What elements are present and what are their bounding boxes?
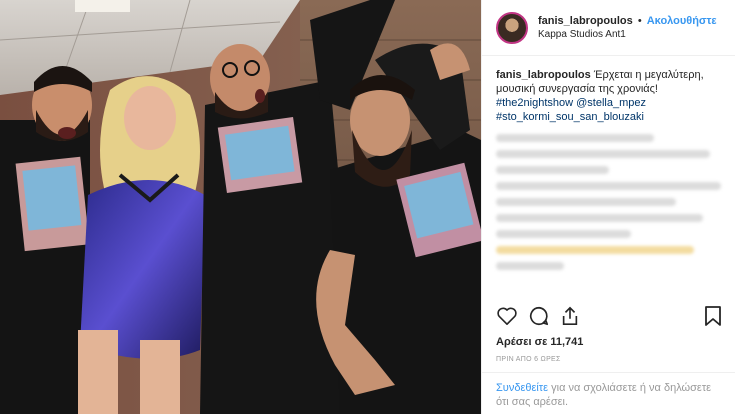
likes-count[interactable]: Αρέσει σε 11,741	[496, 336, 583, 348]
caption: fanis_labropoulos Έρχεται η μεγαλύτερη, …	[496, 68, 721, 124]
comments-section: fanis_labropoulos Έρχεται η μεγαλύτερη, …	[482, 56, 735, 286]
blurred-comment	[496, 182, 721, 190]
post-photo-illustration	[0, 0, 481, 414]
comment-icon[interactable]	[528, 305, 550, 332]
blurred-comment	[496, 134, 654, 142]
bookmark-icon[interactable]	[704, 305, 722, 332]
login-link[interactable]: Συνδεθείτε	[496, 382, 548, 394]
blurred-comment	[496, 150, 710, 158]
header-text: fanis_labropoulos • Ακολουθήστε Kappa St…	[538, 14, 717, 42]
location-link[interactable]: Kappa Studios Ant1	[538, 28, 717, 42]
hashtag-link[interactable]: #the2nightshow	[496, 97, 573, 109]
header-row: fanis_labropoulos • Ακολουθήστε	[538, 14, 717, 28]
username-link[interactable]: fanis_labropoulos	[538, 15, 633, 27]
share-icon[interactable]	[560, 305, 580, 332]
hashtag-link[interactable]: #sto_kormi_sou_san_blouzaki	[496, 110, 721, 124]
separator-dot: •	[637, 14, 642, 27]
login-prompt: Συνδεθείτε για να σχολιάσετε ή να δηλώσε…	[482, 372, 735, 417]
blurred-comment	[496, 230, 631, 238]
mention-link[interactable]: @stella_mpez	[576, 97, 646, 109]
blurred-comment	[496, 246, 694, 254]
post-timestamp: ΠΡΙΝ ΑΠΟ 6 ΩΡΕΣ	[496, 356, 561, 363]
heart-icon[interactable]	[496, 306, 518, 331]
action-bar	[482, 303, 735, 333]
blurred-comment	[496, 262, 564, 270]
caption-username[interactable]: fanis_labropoulos	[496, 69, 591, 81]
post-sidebar: fanis_labropoulos • Ακολουθήστε Kappa St…	[481, 0, 735, 414]
instagram-post: fanis_labropoulos • Ακολουθήστε Kappa St…	[0, 0, 735, 414]
blurred-comment	[496, 166, 609, 174]
follow-button[interactable]: Ακολουθήστε	[647, 15, 717, 27]
post-photo[interactable]	[0, 0, 481, 414]
blurred-comment	[496, 198, 676, 206]
blurred-comment	[496, 214, 703, 222]
blurred-comments	[496, 134, 721, 270]
avatar[interactable]	[496, 11, 528, 44]
post-header: fanis_labropoulos • Ακολουθήστε Kappa St…	[482, 0, 735, 56]
